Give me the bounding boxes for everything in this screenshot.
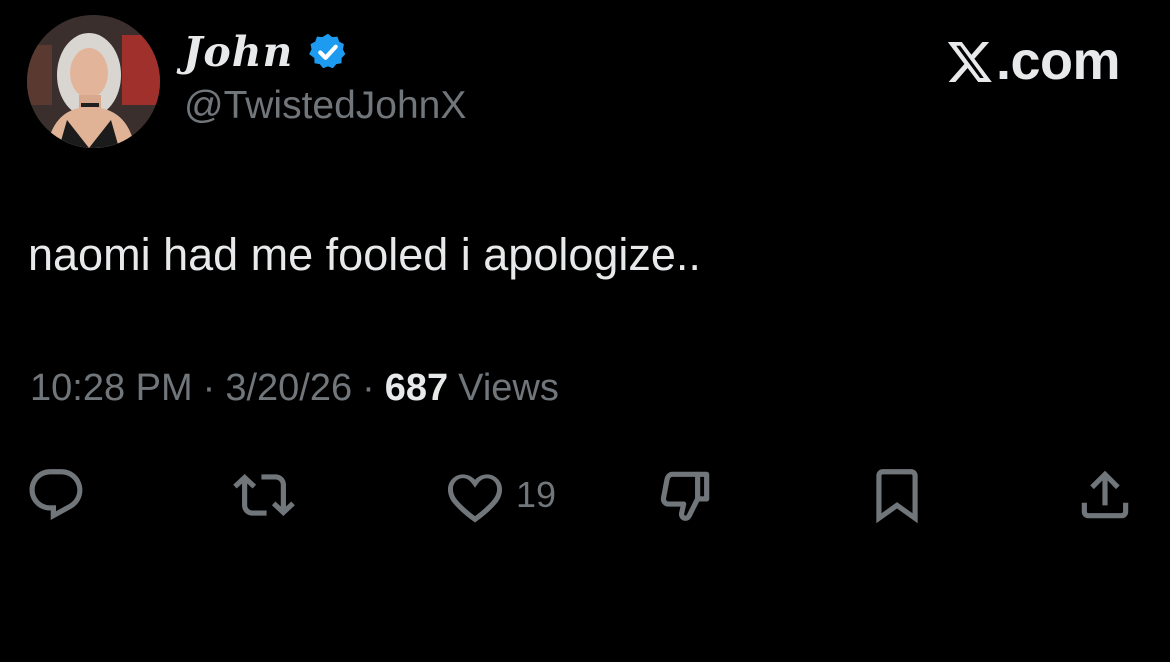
tweet-time[interactable]: 10:28 PM bbox=[30, 367, 193, 409]
meta-separator: · bbox=[202, 367, 216, 409]
share-button[interactable] bbox=[1074, 460, 1136, 530]
heart-icon bbox=[444, 464, 506, 526]
author-display-name[interactable]: John bbox=[183, 31, 293, 73]
bookmark-icon bbox=[866, 464, 928, 526]
tweet-text: naomi had me fooled i apologize.. bbox=[28, 229, 701, 280]
tweet-meta: 10:28 PM · 3/20/26 · 687 Views bbox=[30, 369, 559, 407]
tweet-action-bar: 19 bbox=[0, 460, 1170, 530]
avatar[interactable] bbox=[27, 15, 160, 148]
author-name-row[interactable]: John bbox=[183, 24, 349, 80]
reply-icon bbox=[25, 464, 87, 526]
repost-icon bbox=[233, 464, 295, 526]
like-count: 19 bbox=[516, 474, 557, 515]
views-count: 687 bbox=[384, 367, 449, 409]
brand-domain-text: .com bbox=[995, 31, 1121, 91]
share-icon bbox=[1074, 464, 1136, 526]
tweet-date[interactable]: 3/20/26 bbox=[225, 367, 352, 409]
repost-button[interactable] bbox=[233, 460, 295, 530]
verified-badge-icon bbox=[307, 31, 349, 73]
thumbs-down-icon bbox=[655, 464, 717, 526]
like-button[interactable]: 19 bbox=[444, 460, 556, 530]
reply-button[interactable] bbox=[25, 460, 87, 530]
x-logo-icon bbox=[946, 37, 994, 85]
views-label: Views bbox=[458, 367, 559, 409]
meta-separator: · bbox=[362, 367, 375, 409]
bookmark-button[interactable] bbox=[866, 460, 928, 530]
author-handle[interactable]: @TwistedJohnX bbox=[184, 86, 466, 125]
brand-logo: .com bbox=[946, 31, 1121, 91]
avatar-image bbox=[27, 15, 160, 148]
dislike-button[interactable] bbox=[655, 460, 717, 530]
